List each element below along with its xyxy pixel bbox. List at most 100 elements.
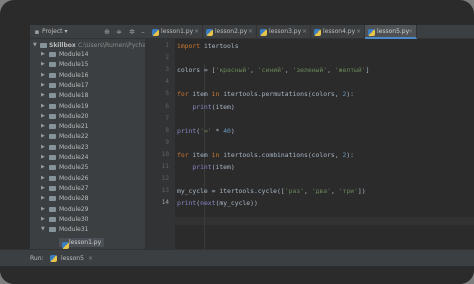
dragged-file-label: lesson1.py [59,238,105,249]
tree-item-module[interactable]: ▶ Module16 [30,71,145,80]
chevron-right-icon[interactable]: ▶ [41,91,45,100]
tree-item-module[interactable]: ▶ Module14 [30,50,145,59]
globe-icon[interactable]: ⊕ [102,25,112,39]
close-icon[interactable]: × [194,25,199,39]
close-icon[interactable]: × [408,25,413,39]
folder-icon [49,216,56,222]
current-line-highlight [175,217,474,225]
line-number: 5 [165,90,169,98]
tree-item-module[interactable]: ▶ Module25 [30,163,145,172]
project-view-dropdown[interactable]: Project ▾ [42,25,67,39]
line-number: 2 [165,54,169,62]
tree-item-module[interactable]: ▶ Module29 [30,205,145,214]
chevron-right-icon[interactable]: ▶ [41,60,45,69]
chevron-down-icon[interactable]: ▼ [33,41,37,50]
tab-lesson3[interactable]: lesson3.py × [257,25,311,39]
toolbar: ▪ Project ▾ ⊕ ≑ ✲ – lesson1.py × lesson2… [30,25,474,39]
folder-icon [49,124,56,130]
tree-item-module[interactable]: ▶ Module15 [30,60,145,69]
tree-item-module[interactable]: ▶ Module27 [30,184,145,193]
python-file-icon [50,255,57,262]
tree-item-module[interactable]: ▶ Module30 [30,215,145,224]
folder-icon [49,62,56,68]
chevron-right-icon[interactable]: ▶ [41,71,45,80]
chevron-right-icon[interactable]: ▶ [41,153,45,162]
folder-icon [49,82,56,88]
close-icon[interactable]: × [88,250,93,267]
project-view-label: Project [42,28,63,35]
chevron-right-icon[interactable]: ▶ [41,215,45,224]
tab-lesson5[interactable]: lesson5.py × [365,25,417,39]
line-number: 4 [165,78,169,86]
tree-item-label: Module18 [59,92,89,100]
code-line: for item in itertools.permutations(color… [177,90,355,99]
tree-item-module[interactable]: ▶ Module20 [30,112,145,121]
tree-item-module[interactable]: ▶ Module18 [30,91,145,100]
chevron-right-icon[interactable]: ▶ [41,102,45,111]
bottom-area [0,266,474,284]
close-icon[interactable]: × [302,25,307,39]
tab-lesson4[interactable]: lesson4.py × [311,25,365,39]
chevron-right-icon[interactable]: ▶ [41,184,45,193]
folder-icon: ▪ [34,28,40,36]
tree-item-module[interactable]: ▶ Module21 [30,122,145,131]
line-number: 10 [161,150,169,158]
chevron-right-icon[interactable]: ▶ [41,81,45,90]
python-file-icon [62,242,69,249]
run-bar: Run: lesson5 × [0,249,474,266]
tree-item-module[interactable]: ▶ Module26 [30,174,145,183]
tree-item-module[interactable]: ▶ Module19 [30,102,145,111]
run-label: Run: [30,255,44,262]
tree-item-label: Module22 [59,133,89,141]
tree-root[interactable]: ▼ Skillbox C:\Users\Rumen\Pycharm [30,41,145,50]
code-editor[interactable]: import itertools colors = ['красный', 'си… [175,39,474,250]
python-file-icon [206,29,213,36]
chevron-right-icon[interactable]: ▶ [41,143,45,152]
chevron-right-icon[interactable]: ▼ [41,225,45,234]
tree-item-module[interactable]: ▶ Module23 [30,143,145,152]
folder-icon [49,113,56,119]
folder-icon [49,144,56,150]
chevron-right-icon[interactable]: ▶ [41,205,45,214]
tab-label: lesson5.py [377,28,410,35]
folder-icon [40,43,47,48]
chevron-right-icon[interactable]: ▶ [41,112,45,121]
tab-label: lesson2.py [215,28,248,35]
folder-icon [49,134,56,140]
folder-icon [49,196,56,202]
chevron-right-icon[interactable]: ▶ [41,50,45,59]
tree-item-label: Module24 [59,154,89,161]
tab-lesson1[interactable]: lesson1.py × [149,25,203,39]
chevron-right-icon[interactable]: ▶ [41,174,45,183]
close-icon[interactable]: × [248,25,253,39]
project-tree: ▼ Skillbox C:\Users\Rumen\Pycharm ▶ Modul… [30,39,145,250]
python-file-icon [314,29,321,36]
python-file-icon [368,29,375,36]
folder-icon [49,103,56,109]
tab-label: lesson3.py [269,28,302,35]
tree-item-label: Module17 [59,81,89,89]
tree-item-module[interactable]: ▶ Module17 [30,81,145,90]
tree-item-module[interactable]: ▶ Module28 [30,194,145,203]
chevron-right-icon[interactable]: ▶ [41,163,45,172]
folder-icon [49,165,56,171]
tab-label: lesson4.py [323,28,356,35]
tree-item-module[interactable]: ▶ Module24 [30,153,145,162]
code-line: print(item) [192,163,235,171]
tab-lesson2[interactable]: lesson2.py × [203,25,257,39]
run-config-tab[interactable]: lesson5 [61,250,84,267]
folder-icon [49,93,56,99]
tree-item-module[interactable]: ▼ Module31 [30,225,145,234]
chevron-right-icon[interactable]: ▶ [41,132,45,141]
chevron-right-icon[interactable]: ▶ [41,194,45,203]
gear-icon[interactable]: ✲ [127,25,137,39]
minimize-icon[interactable]: – [138,25,148,39]
chevron-right-icon[interactable]: ▶ [41,122,45,131]
tree-item-module[interactable]: ▶ Module22 [30,132,145,141]
tree-item-label: Module27 [59,184,89,192]
line-number: 9 [165,138,169,146]
folder-icon [49,155,56,160]
close-icon[interactable]: × [356,25,361,39]
folder-icon [49,52,56,57]
collapse-icon[interactable]: ≑ [114,25,124,39]
